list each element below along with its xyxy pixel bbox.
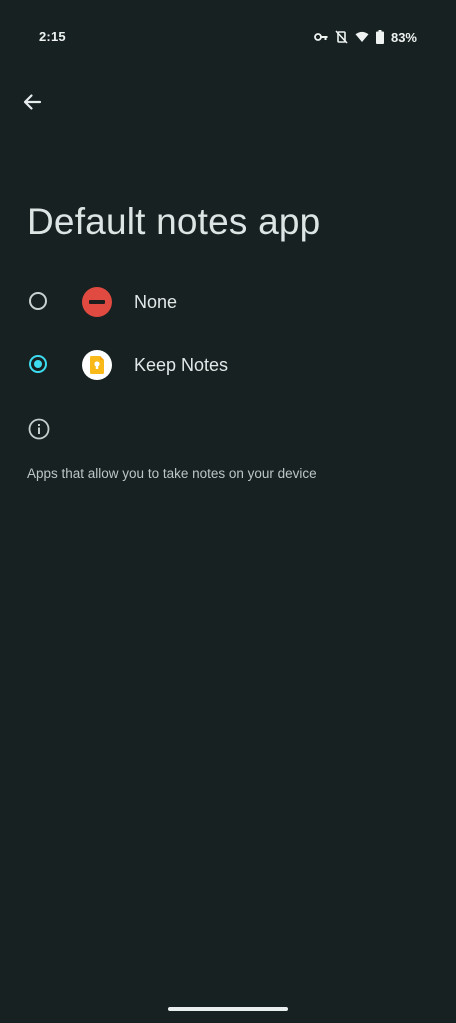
info-icon xyxy=(28,418,50,440)
none-icon xyxy=(82,287,112,317)
page-title: Default notes app xyxy=(27,201,321,242)
option-keep-notes[interactable]: Keep Notes xyxy=(0,334,456,398)
keep-notes-icon xyxy=(82,350,112,380)
arrow-back-icon xyxy=(22,92,42,117)
gesture-navigation-handle[interactable] xyxy=(168,1007,288,1011)
screen: 2:15 83% Default notes app None Keep Not… xyxy=(0,0,456,1023)
vpn-key-icon xyxy=(314,32,328,42)
battery-icon xyxy=(375,30,384,44)
status-time: 2:15 xyxy=(39,29,66,44)
option-label: None xyxy=(134,292,178,312)
status-bar: 2:15 83% xyxy=(0,0,456,60)
radio-button-keep-notes[interactable] xyxy=(29,355,47,373)
wifi-icon xyxy=(355,31,369,43)
vibrate-off-icon xyxy=(335,30,348,44)
back-button[interactable] xyxy=(14,86,50,122)
status-icons: 83% xyxy=(314,29,417,45)
option-label: Keep Notes xyxy=(134,355,229,375)
battery-percent: 83% xyxy=(390,29,417,45)
option-none[interactable]: None xyxy=(0,271,456,335)
info-description: Apps that allow you to take notes on you… xyxy=(27,466,317,481)
radio-button-none[interactable] xyxy=(29,292,47,310)
